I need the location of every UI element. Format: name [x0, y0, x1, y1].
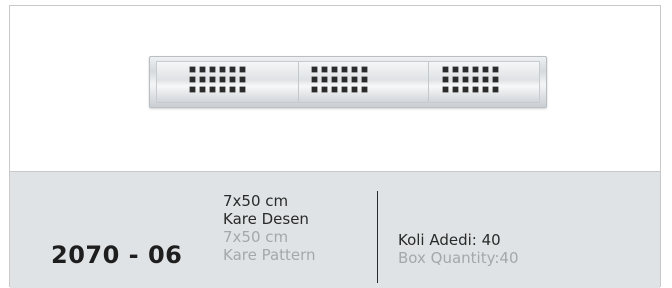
square-hole: [312, 77, 317, 82]
grate-panel-seam: [298, 61, 299, 103]
square-hole: [332, 77, 337, 82]
square-row: [312, 77, 367, 82]
square-hole: [210, 77, 215, 82]
square-hole: [493, 87, 498, 92]
square-hole: [483, 77, 488, 82]
square-hole: [473, 77, 478, 82]
square-hole: [493, 77, 498, 82]
square-hole: [200, 67, 205, 72]
square-row: [190, 67, 245, 72]
square-hole: [493, 67, 498, 72]
square-hole: [322, 87, 327, 92]
square-row: [443, 77, 498, 82]
square-group: [312, 67, 367, 97]
square-hole: [453, 87, 458, 92]
name-en: Kare Pattern: [223, 246, 316, 264]
square-hole: [483, 67, 488, 72]
square-hole: [342, 87, 347, 92]
square-hole: [210, 87, 215, 92]
square-hole: [190, 77, 195, 82]
square-hole: [322, 67, 327, 72]
square-hole: [312, 67, 317, 72]
square-row: [190, 77, 245, 82]
square-row: [312, 87, 367, 92]
box-qty-en: Box Quantity:40: [398, 249, 519, 267]
square-row: [443, 87, 498, 92]
box-quantity: Koli Adedi: 40 Box Quantity:40: [398, 231, 519, 267]
square-row: [190, 87, 245, 92]
square-hole: [342, 67, 347, 72]
square-row: [312, 67, 367, 72]
square-hole: [443, 77, 448, 82]
product-description: 7x50 cm Kare Desen 7x50 cm Kare Pattern: [223, 192, 316, 264]
drain-grate-image: [149, 56, 547, 108]
square-hole: [240, 67, 245, 72]
info-divider: [377, 191, 378, 283]
square-hole: [362, 67, 367, 72]
grate-panel-seam: [428, 61, 429, 103]
square-hole: [453, 67, 458, 72]
square-hole: [443, 87, 448, 92]
square-hole: [362, 77, 367, 82]
square-row: [443, 67, 498, 72]
product-info-bar: 2070 - 06 7x50 cm Kare Desen 7x50 cm Kar…: [10, 171, 660, 288]
square-hole: [483, 87, 488, 92]
square-hole: [312, 87, 317, 92]
product-image-area: [10, 6, 660, 171]
square-hole: [190, 87, 195, 92]
square-hole: [342, 77, 347, 82]
square-hole: [220, 87, 225, 92]
square-hole: [200, 87, 205, 92]
size-tr: 7x50 cm: [223, 192, 289, 210]
square-hole: [190, 67, 195, 72]
square-hole: [453, 77, 458, 82]
square-hole: [473, 67, 478, 72]
square-hole: [352, 87, 357, 92]
square-group: [443, 67, 498, 97]
square-hole: [332, 67, 337, 72]
square-hole: [240, 77, 245, 82]
square-hole: [352, 77, 357, 82]
square-hole: [210, 67, 215, 72]
product-code: 2070 - 06: [51, 241, 183, 269]
square-hole: [220, 77, 225, 82]
square-hole: [230, 67, 235, 72]
name-tr: Kare Desen: [223, 210, 309, 228]
square-hole: [473, 87, 478, 92]
square-hole: [352, 67, 357, 72]
square-hole: [463, 87, 468, 92]
box-qty-tr: Koli Adedi: 40: [398, 231, 501, 249]
size-en: 7x50 cm: [223, 228, 289, 246]
square-hole: [240, 87, 245, 92]
square-group: [190, 67, 245, 97]
square-hole: [332, 87, 337, 92]
square-hole: [463, 67, 468, 72]
square-hole: [443, 67, 448, 72]
square-hole: [230, 87, 235, 92]
square-hole: [220, 67, 225, 72]
square-hole: [463, 77, 468, 82]
square-hole: [322, 77, 327, 82]
square-hole: [362, 87, 367, 92]
product-card: 2070 - 06 7x50 cm Kare Desen 7x50 cm Kar…: [9, 5, 661, 288]
square-hole: [200, 77, 205, 82]
square-hole: [230, 77, 235, 82]
